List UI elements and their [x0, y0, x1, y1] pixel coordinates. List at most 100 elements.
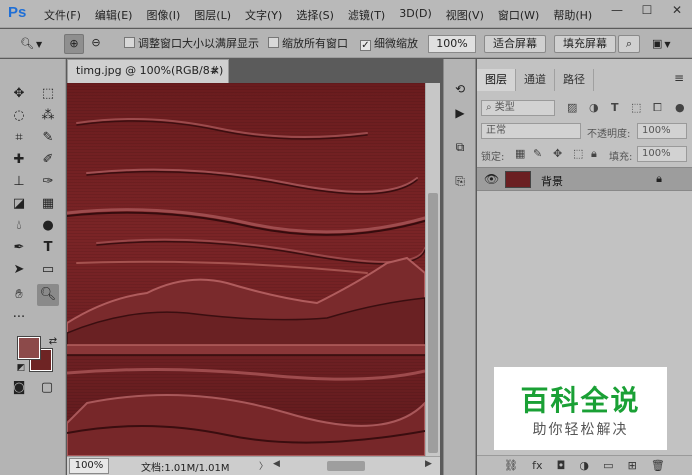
tool-preset-picker[interactable]: 🔍︎ ▼: [20, 35, 42, 53]
layer-style-icon[interactable]: fx: [532, 459, 542, 472]
layer-filter-select[interactable]: ⌕ 类型: [481, 100, 555, 116]
marquee-tool-icon[interactable]: ⬚: [37, 83, 59, 105]
filter-smart-object-icon[interactable]: ⧠: [653, 101, 662, 115]
clone-stamp-tool-icon[interactable]: ⊥: [8, 171, 30, 193]
menu-layer[interactable]: 图层(L): [194, 7, 231, 23]
zoom-in-button[interactable]: ⊕: [64, 34, 84, 54]
tab-layers[interactable]: 图层: [477, 69, 516, 91]
visibility-eye-icon[interactable]: 👁︎: [484, 172, 499, 186]
properties-panel-icon[interactable]: ⎘: [450, 171, 470, 191]
menu-items: 文件(F) 编辑(E) 图像(I) 图层(L) 文字(Y) 选择(S) 滤镜(T…: [44, 7, 592, 23]
close-button[interactable]: ✕: [662, 0, 692, 22]
move-tool-icon[interactable]: ✥: [8, 83, 30, 105]
3d-panel-icon[interactable]: ⧉: [450, 137, 470, 157]
filter-toggle-icon[interactable]: ●: [675, 101, 685, 114]
blend-mode-select[interactable]: 正常: [481, 123, 581, 139]
add-mask-icon[interactable]: ◘: [557, 459, 566, 472]
gradient-tool-icon[interactable]: ▦: [37, 193, 59, 215]
zoom-out-button[interactable]: ⊖: [86, 34, 106, 54]
search-button[interactable]: ⌕: [618, 35, 640, 53]
menu-3d[interactable]: 3D(D): [399, 7, 432, 23]
lasso-tool-icon[interactable]: ◌: [8, 105, 30, 127]
fill-screen-button[interactable]: 填充屏幕: [554, 35, 616, 53]
filter-pixel-icon[interactable]: ▨: [567, 101, 577, 114]
close-tab-icon[interactable]: ×: [211, 60, 220, 82]
document-tab[interactable]: timg.jpg @ 100%(RGB/8#) * ×: [67, 59, 229, 99]
fit-screen-button[interactable]: 适合屏幕: [484, 35, 546, 53]
vertical-scrollbar[interactable]: [425, 83, 440, 456]
checkbox-box: [268, 37, 279, 48]
opacity-field[interactable]: 100%: [637, 123, 687, 139]
tab-channels[interactable]: 通道: [516, 69, 555, 91]
rectangle-tool-icon[interactable]: ▭: [37, 259, 59, 281]
lock-all-icon[interactable]: 🔒︎: [591, 147, 597, 161]
chevron-right-icon[interactable]: 〉: [259, 459, 268, 472]
quick-mask-icon[interactable]: ◙: [8, 377, 30, 399]
menu-image[interactable]: 图像(I): [146, 7, 180, 23]
new-group-icon[interactable]: ▭: [603, 459, 613, 472]
panel-menu-icon[interactable]: ≡: [674, 71, 684, 85]
horizontal-scroll-thumb[interactable]: [327, 461, 365, 471]
swap-colors-icon[interactable]: ⇄: [42, 331, 64, 353]
eyedropper-tool-icon[interactable]: ✎: [37, 127, 59, 149]
fill-field[interactable]: 100%: [637, 146, 687, 162]
zoom-percent-field[interactable]: 100%: [428, 35, 476, 53]
scroll-left-icon[interactable]: ◀: [273, 459, 280, 469]
hand-tool-icon[interactable]: ✋︎: [8, 284, 30, 306]
crop-tool-icon[interactable]: ⌗: [8, 127, 30, 149]
image-canvas[interactable]: [67, 83, 425, 456]
screen-mode-icon[interactable]: ▢: [36, 377, 58, 399]
history-panel-icon[interactable]: ⟲: [450, 79, 470, 99]
lock-transparent-icon[interactable]: ▦: [515, 147, 525, 160]
status-zoom-field[interactable]: 100%: [69, 458, 109, 474]
lock-image-icon[interactable]: ✎: [533, 147, 542, 160]
path-selection-tool-icon[interactable]: ➤: [8, 259, 30, 281]
document-size-info[interactable]: 文档:1.01M/1.01M: [141, 459, 230, 474]
zoom-all-windows-checkbox[interactable]: 缩放所有窗口: [268, 35, 348, 53]
eraser-tool-icon[interactable]: ◪: [8, 193, 30, 215]
document-window: [67, 83, 440, 456]
magic-wand-tool-icon[interactable]: ⁂: [37, 105, 59, 127]
workspace-switcher[interactable]: ▣ ▼: [652, 35, 671, 53]
menu-select[interactable]: 选择(S): [296, 7, 334, 23]
adjustment-layer-icon[interactable]: ◑: [579, 459, 589, 472]
scroll-right-icon[interactable]: ▶: [425, 459, 432, 469]
tab-paths[interactable]: 路径: [555, 69, 594, 91]
filter-shape-icon[interactable]: ⬚: [631, 101, 641, 114]
menu-help[interactable]: 帮助(H): [553, 7, 592, 23]
menu-bar: Ps 文件(F) 编辑(E) 图像(I) 图层(L) 文字(Y) 选择(S) 滤…: [0, 0, 692, 28]
blur-tool-icon[interactable]: 💧︎: [8, 215, 30, 237]
pen-tool-icon[interactable]: ✒: [8, 237, 30, 259]
more-tools-icon[interactable]: ···: [8, 307, 30, 329]
menu-file[interactable]: 文件(F): [44, 7, 81, 23]
menu-type[interactable]: 文字(Y): [245, 7, 282, 23]
foreground-color-swatch[interactable]: [17, 336, 41, 360]
resize-windows-checkbox[interactable]: 调整窗口大小以满屏显示: [124, 35, 259, 53]
history-brush-tool-icon[interactable]: ✑: [37, 171, 59, 193]
lock-artboard-icon[interactable]: ⬚: [573, 147, 583, 160]
delete-layer-icon[interactable]: 🗑︎: [651, 459, 665, 472]
new-layer-icon[interactable]: ⊞: [628, 459, 637, 472]
scrubby-zoom-checkbox[interactable]: 细微缩放: [360, 35, 418, 53]
search-icon: ⌕: [625, 37, 633, 50]
menu-view[interactable]: 视图(V): [446, 7, 484, 23]
minimize-button[interactable]: —: [602, 0, 632, 22]
vertical-scroll-thumb[interactable]: [428, 193, 438, 453]
zoom-tool-icon[interactable]: 🔍︎: [37, 284, 59, 306]
default-colors-icon[interactable]: ◩: [10, 357, 32, 379]
filter-type-icon[interactable]: T: [611, 101, 619, 114]
maximize-button[interactable]: ☐: [632, 0, 662, 22]
layer-row-background[interactable]: 👁︎ 背景 🔒︎: [477, 167, 692, 191]
link-layers-icon[interactable]: ⛓: [504, 459, 518, 472]
menu-filter[interactable]: 滤镜(T): [348, 7, 385, 23]
dodge-tool-icon[interactable]: ●: [37, 215, 59, 237]
menu-window[interactable]: 窗口(W): [498, 7, 539, 23]
type-tool-icon[interactable]: T: [37, 237, 59, 259]
actions-play-icon[interactable]: ▶: [450, 103, 470, 123]
menu-edit[interactable]: 编辑(E): [95, 7, 133, 23]
healing-brush-tool-icon[interactable]: ✚: [8, 149, 30, 171]
brush-tool-icon[interactable]: ✐: [37, 149, 59, 171]
lock-position-icon[interactable]: ✥: [553, 147, 562, 160]
lock-label: 锁定:: [481, 152, 505, 163]
filter-adjustment-icon[interactable]: ◑: [589, 101, 599, 114]
